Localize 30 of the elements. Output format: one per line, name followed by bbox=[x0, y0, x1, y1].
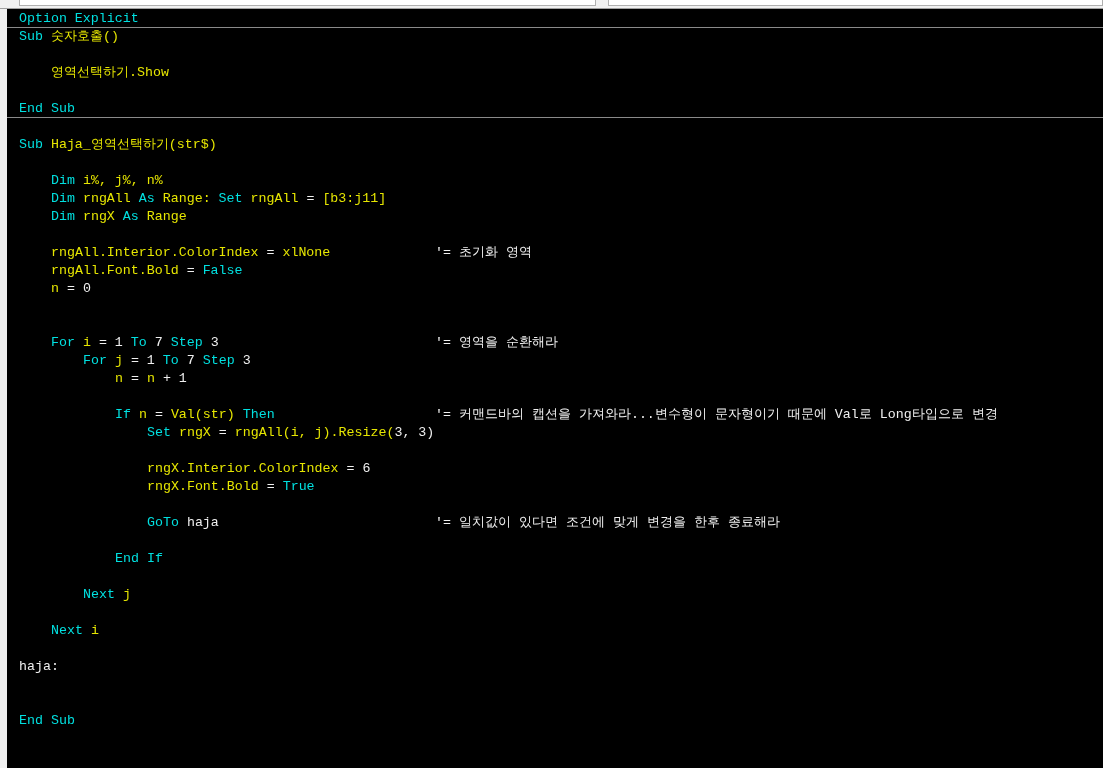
code-line: If n = Val(str) Then bbox=[115, 406, 275, 424]
code-line: rngAll.Interior.ColorIndex = xlNone bbox=[51, 244, 331, 262]
code-comment: '= 일치값이 있다면 조건에 맞게 변경을 한후 종료해라 bbox=[435, 514, 780, 532]
dropdown-field[interactable] bbox=[608, 0, 1103, 6]
code-line: haja: bbox=[19, 658, 59, 676]
code-comment: '= 초기화 영역 bbox=[435, 244, 532, 262]
code-line: For i = 1 To 7 Step 3 bbox=[51, 334, 219, 352]
code-line: n = n + 1 bbox=[115, 370, 187, 388]
code-line: Sub Haja_영역선택하기(str$) bbox=[19, 136, 217, 154]
code-line: rngX.Font.Bold = True bbox=[147, 478, 315, 496]
code-line: End Sub bbox=[19, 712, 75, 730]
code-line: Sub 숫자호출() bbox=[19, 28, 119, 46]
code-line: Set rngX = rngAll(i, j).Resize(3, 3) bbox=[147, 424, 435, 442]
code-line: 영역선택하기.Show bbox=[51, 64, 169, 82]
code-line: Next i bbox=[51, 622, 99, 640]
code-line: n = 0 bbox=[51, 280, 91, 298]
code-comment: '= 영역을 순환해라 bbox=[435, 334, 558, 352]
code-line: rngAll.Font.Bold = False bbox=[51, 262, 243, 280]
code-comment: '= 커맨드바의 캡션을 가져와라...변수형이 문자형이기 때문에 Val로 Long타입으로 변경 bbox=[435, 406, 998, 424]
code-line: Next j bbox=[83, 586, 131, 604]
code-line: Option Explicit bbox=[19, 9, 139, 28]
code-line: End Sub bbox=[19, 99, 75, 118]
code-line: Dim rngX As Range bbox=[51, 208, 187, 226]
code-line: Dim i%, j%, n% bbox=[51, 172, 163, 190]
code-line: Dim rngAll As Range: Set rngAll = [b3:j11] bbox=[51, 190, 387, 208]
dropdown-field[interactable] bbox=[19, 0, 596, 6]
code-line: GoTo haja bbox=[147, 514, 219, 532]
code-line: rngX.Interior.ColorIndex = 6 bbox=[147, 460, 371, 478]
code-line: End If bbox=[115, 550, 163, 568]
code-line: For j = 1 To 7 Step 3 bbox=[83, 352, 251, 370]
